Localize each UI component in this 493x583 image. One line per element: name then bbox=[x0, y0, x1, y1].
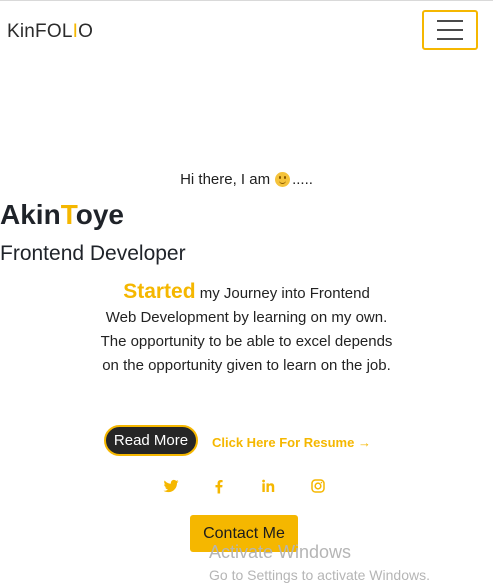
hamburger-icon-bar bbox=[437, 29, 463, 31]
hamburger-icon-bar bbox=[437, 38, 463, 40]
linkedin-icon[interactable] bbox=[259, 477, 277, 495]
brand-prefix: KinFOL bbox=[7, 21, 73, 42]
hero-role: Frontend Developer bbox=[0, 242, 186, 265]
top-divider bbox=[0, 0, 493, 1]
intro-highlight: Started bbox=[123, 280, 196, 303]
resume-label: Click Here For Resume bbox=[212, 435, 355, 450]
windows-watermark-subtitle: Go to Settings to activate Windows. bbox=[209, 567, 430, 583]
greeting-suffix: ..... bbox=[292, 171, 313, 188]
intro-paragraph: Started my Journey into Frontend Web Deve… bbox=[100, 280, 393, 378]
hamburger-menu-button[interactable] bbox=[422, 10, 478, 50]
name-first: Akin bbox=[0, 199, 61, 230]
instagram-icon[interactable] bbox=[309, 477, 327, 495]
smiley-icon bbox=[275, 172, 291, 187]
intro-rest: Web Development by learning on my own. T… bbox=[100, 309, 393, 374]
greeting: Hi there, I am ..... bbox=[0, 171, 493, 188]
twitter-icon[interactable] bbox=[162, 477, 180, 495]
name-rest: oye bbox=[75, 199, 124, 230]
facebook-icon[interactable] bbox=[210, 477, 228, 495]
hamburger-icon bbox=[437, 20, 463, 22]
windows-watermark-title: Activate Windows bbox=[209, 542, 352, 562]
greeting-text: Hi there, I am bbox=[180, 171, 271, 188]
intro-line1: my Journey into Frontend bbox=[195, 285, 370, 302]
name-accent: T bbox=[60, 199, 76, 230]
brand-logo[interactable]: KinFOLIO bbox=[7, 21, 93, 43]
hero-name: AkinToye bbox=[0, 199, 493, 231]
arrow-right-icon: → bbox=[357, 435, 371, 450]
resume-link[interactable]: Click Here For Resume → bbox=[212, 435, 371, 450]
brand-suffix: O bbox=[78, 21, 94, 42]
read-more-button[interactable]: Read More bbox=[104, 425, 198, 456]
